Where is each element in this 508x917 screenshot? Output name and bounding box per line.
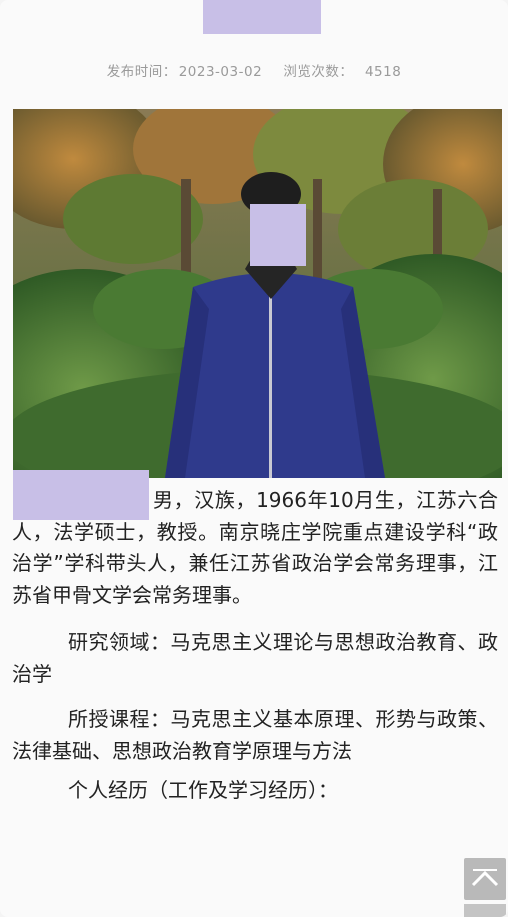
redacted-title <box>203 0 321 34</box>
views-label: 浏览次数： <box>283 64 354 80</box>
research-paragraph: 研究领域：马克思主义理论与思想政治教育、政治学 <box>12 627 498 690</box>
secondary-float-button[interactable] <box>464 904 506 917</box>
article-body: 男，汉族，1966年10月生，江苏六合人，法学硕士，教授。南京晓庄学院重点建设学… <box>12 485 498 807</box>
research-label: 研究领域： <box>68 630 171 654</box>
publish-date: 2023-03-02 <box>178 64 263 80</box>
back-to-top-button[interactable] <box>464 858 506 900</box>
experience-heading: 个人经历（工作及学习经历）： <box>12 775 498 807</box>
article-meta: 发布时间： 2023-03-02 浏览次数： 4518 <box>0 60 508 80</box>
chevron-up-icon <box>471 869 499 887</box>
publish-label: 发布时间： <box>106 64 177 80</box>
profile-photo <box>13 109 502 478</box>
courses-label: 所授课程： <box>68 707 171 731</box>
views-count: 4518 <box>364 64 402 80</box>
bio-intro: 男，汉族，1966年10月生，江苏六合人，法学硕士，教授。南京晓庄学院重点建设学… <box>12 485 498 611</box>
courses-paragraph: 所授课程：马克思主义基本原理、形势与政策、法律基础、思想政治教育学原理与方法 <box>12 704 498 767</box>
bio-intro-first: 男，汉族，1966年10月生，江苏 <box>153 488 458 512</box>
experience-heading-text: 个人经历（工作及学习经历）： <box>68 778 338 802</box>
article-page: 发布时间： 2023-03-02 浏览次数： 4518 男，汉族，1966年10… <box>0 0 508 917</box>
